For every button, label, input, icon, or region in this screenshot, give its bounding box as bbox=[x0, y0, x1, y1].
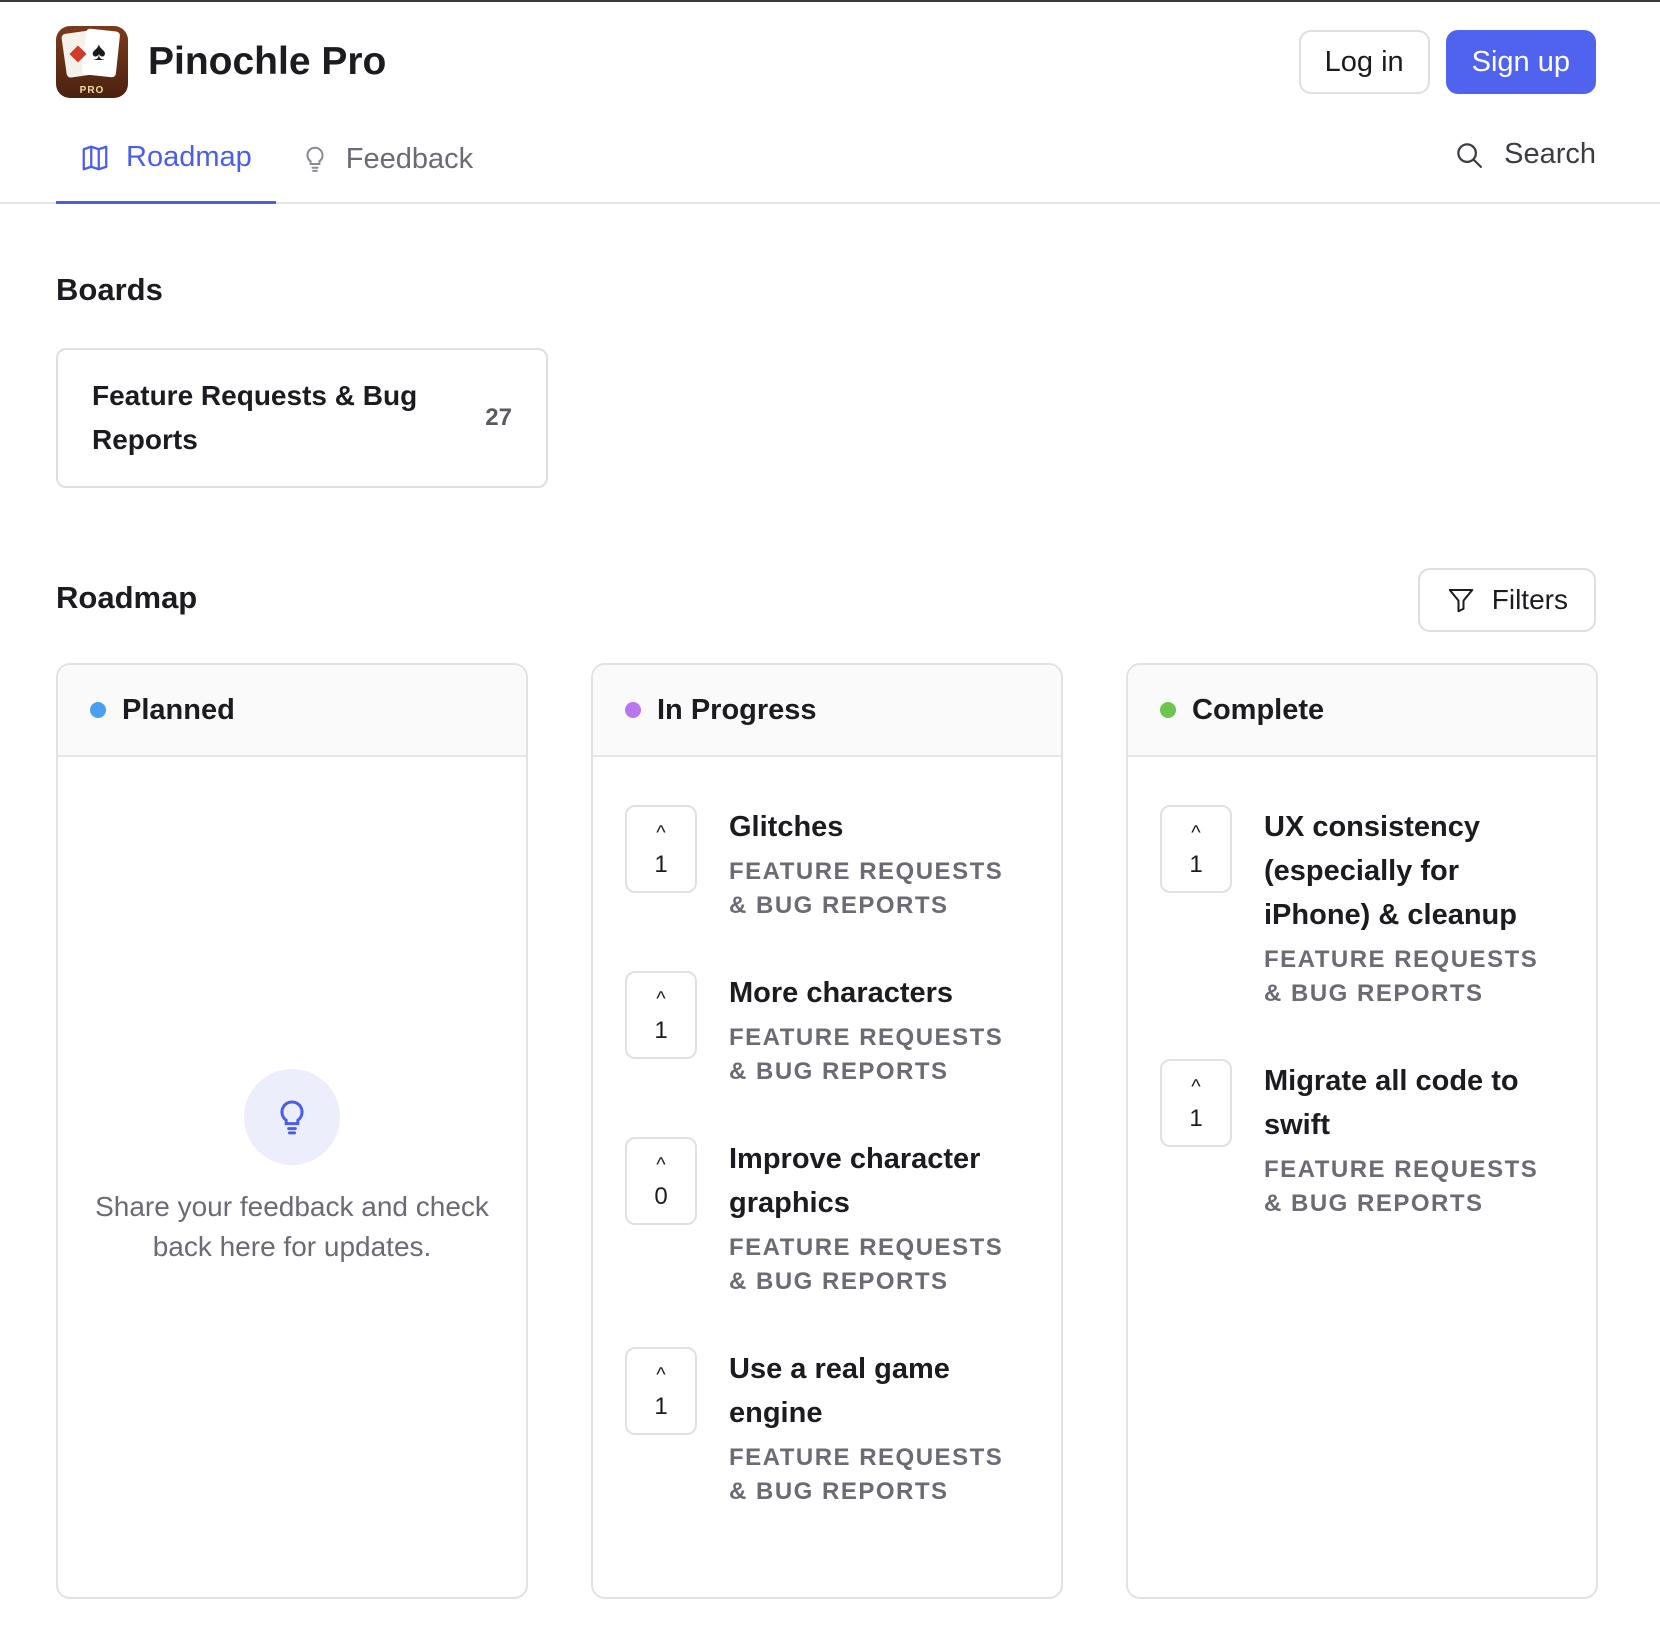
column-in-progress: In Progress ^ 1 Glitches FEATURE REQUEST… bbox=[591, 663, 1063, 1599]
column-title: Complete bbox=[1192, 693, 1325, 726]
tab-label: Roadmap bbox=[126, 141, 252, 173]
app-name: Pinochle Pro bbox=[148, 40, 387, 83]
filters-button[interactable]: Filters bbox=[1417, 568, 1596, 632]
board-card[interactable]: Feature Requests & Bug Reports 27 bbox=[56, 348, 548, 488]
column-header: Complete bbox=[1128, 665, 1596, 757]
item-board: FEATURE REQUESTS & BUG REPORTS bbox=[1264, 946, 1539, 1007]
lightbulb-icon bbox=[244, 1069, 340, 1165]
filter-icon bbox=[1448, 589, 1474, 613]
roadmap-item[interactable]: ^ 1 Migrate all code to swift FEATURE RE… bbox=[1160, 1059, 1596, 1221]
status-dot bbox=[1160, 702, 1176, 718]
search-label: Search bbox=[1504, 138, 1596, 170]
chevron-up-icon: ^ bbox=[656, 1364, 666, 1386]
tab-feedback[interactable]: Feedback bbox=[276, 114, 497, 204]
status-dot bbox=[90, 702, 106, 718]
roadmap-item[interactable]: ^ 0 Improve character graphics FEATURE R… bbox=[625, 1137, 1061, 1299]
chevron-up-icon: ^ bbox=[656, 822, 666, 844]
vote-count: 1 bbox=[654, 1017, 668, 1044]
roadmap-item[interactable]: ^ 1 Use a real game engine FEATURE REQUE… bbox=[625, 1347, 1061, 1509]
vote-count: 1 bbox=[654, 851, 668, 878]
column-planned: Planned Share your feedback and check ba… bbox=[56, 663, 528, 1599]
column-header: Planned bbox=[58, 665, 526, 757]
main-tabs: Roadmap Feedback bbox=[56, 114, 497, 204]
boards-heading: Boards bbox=[56, 272, 163, 307]
tab-roadmap[interactable]: Roadmap bbox=[56, 114, 276, 204]
auth-buttons: Log in Sign up bbox=[1298, 30, 1596, 94]
filters-label: Filters bbox=[1491, 584, 1568, 615]
board-post-count: 27 bbox=[485, 404, 512, 431]
vote-count: 1 bbox=[1189, 1105, 1203, 1132]
item-board: FEATURE REQUESTS & BUG REPORTS bbox=[729, 1024, 1004, 1085]
upvote-button[interactable]: ^ 0 bbox=[625, 1137, 697, 1225]
chevron-up-icon: ^ bbox=[656, 1154, 666, 1176]
item-board: FEATURE REQUESTS & BUG REPORTS bbox=[729, 1444, 1004, 1505]
column-title: In Progress bbox=[657, 693, 817, 726]
item-board: FEATURE REQUESTS & BUG REPORTS bbox=[729, 858, 1004, 919]
upvote-button[interactable]: ^ 1 bbox=[1160, 805, 1232, 893]
roadmap-item[interactable]: ^ 1 Glitches FEATURE REQUESTS & BUG REPO… bbox=[625, 805, 1061, 923]
item-title: Glitches bbox=[729, 811, 844, 843]
tab-label: Feedback bbox=[345, 142, 474, 175]
column-title: Planned bbox=[122, 693, 235, 726]
vote-count: 1 bbox=[1189, 851, 1203, 878]
roadmap-item[interactable]: ^ 1 More characters FEATURE REQUESTS & B… bbox=[625, 971, 1061, 1089]
column-complete: Complete ^ 1 UX consistency (especially … bbox=[1126, 663, 1598, 1599]
item-title: Improve character graphics bbox=[729, 1143, 981, 1219]
app-logo: ♠ PRO bbox=[56, 26, 128, 98]
upvote-button[interactable]: ^ 1 bbox=[625, 971, 697, 1059]
item-title: UX consistency (especially for iPhone) &… bbox=[1264, 811, 1517, 931]
brand[interactable]: ♠ PRO Pinochle Pro bbox=[56, 26, 386, 98]
status-dot bbox=[625, 702, 641, 718]
item-title: Migrate all code to swift bbox=[1264, 1065, 1519, 1141]
signup-button[interactable]: Sign up bbox=[1445, 30, 1596, 94]
upvote-button[interactable]: ^ 1 bbox=[625, 805, 697, 893]
login-button[interactable]: Log in bbox=[1298, 30, 1430, 94]
column-header: In Progress bbox=[593, 665, 1061, 757]
search-icon bbox=[1457, 142, 1483, 168]
item-board: FEATURE REQUESTS & BUG REPORTS bbox=[1264, 1156, 1539, 1217]
search-button[interactable]: Search bbox=[1454, 138, 1596, 171]
item-title: Use a real game engine bbox=[729, 1353, 950, 1429]
roadmap-item[interactable]: ^ 1 UX consistency (especially for iPhon… bbox=[1160, 805, 1596, 1011]
item-board: FEATURE REQUESTS & BUG REPORTS bbox=[729, 1234, 1004, 1295]
upvote-button[interactable]: ^ 1 bbox=[625, 1347, 697, 1435]
vote-count: 0 bbox=[654, 1183, 668, 1210]
chevron-up-icon: ^ bbox=[656, 988, 666, 1010]
upvote-button[interactable]: ^ 1 bbox=[1160, 1059, 1232, 1147]
item-title: More characters bbox=[729, 977, 954, 1009]
chevron-up-icon: ^ bbox=[1191, 1076, 1201, 1098]
lightbulb-icon bbox=[306, 146, 324, 172]
empty-state: Share your feedback and check back here … bbox=[58, 1069, 526, 1267]
site-header: ♠ PRO Pinochle Pro Log in Sign up Roadma… bbox=[0, 2, 1660, 204]
board-name: Feature Requests & Bug Reports bbox=[92, 380, 418, 455]
roadmap-heading: Roadmap bbox=[56, 580, 198, 615]
vote-count: 1 bbox=[654, 1393, 668, 1420]
empty-message: Share your feedback and check back here … bbox=[95, 1191, 489, 1262]
chevron-up-icon: ^ bbox=[1191, 822, 1201, 844]
map-icon bbox=[82, 145, 108, 170]
